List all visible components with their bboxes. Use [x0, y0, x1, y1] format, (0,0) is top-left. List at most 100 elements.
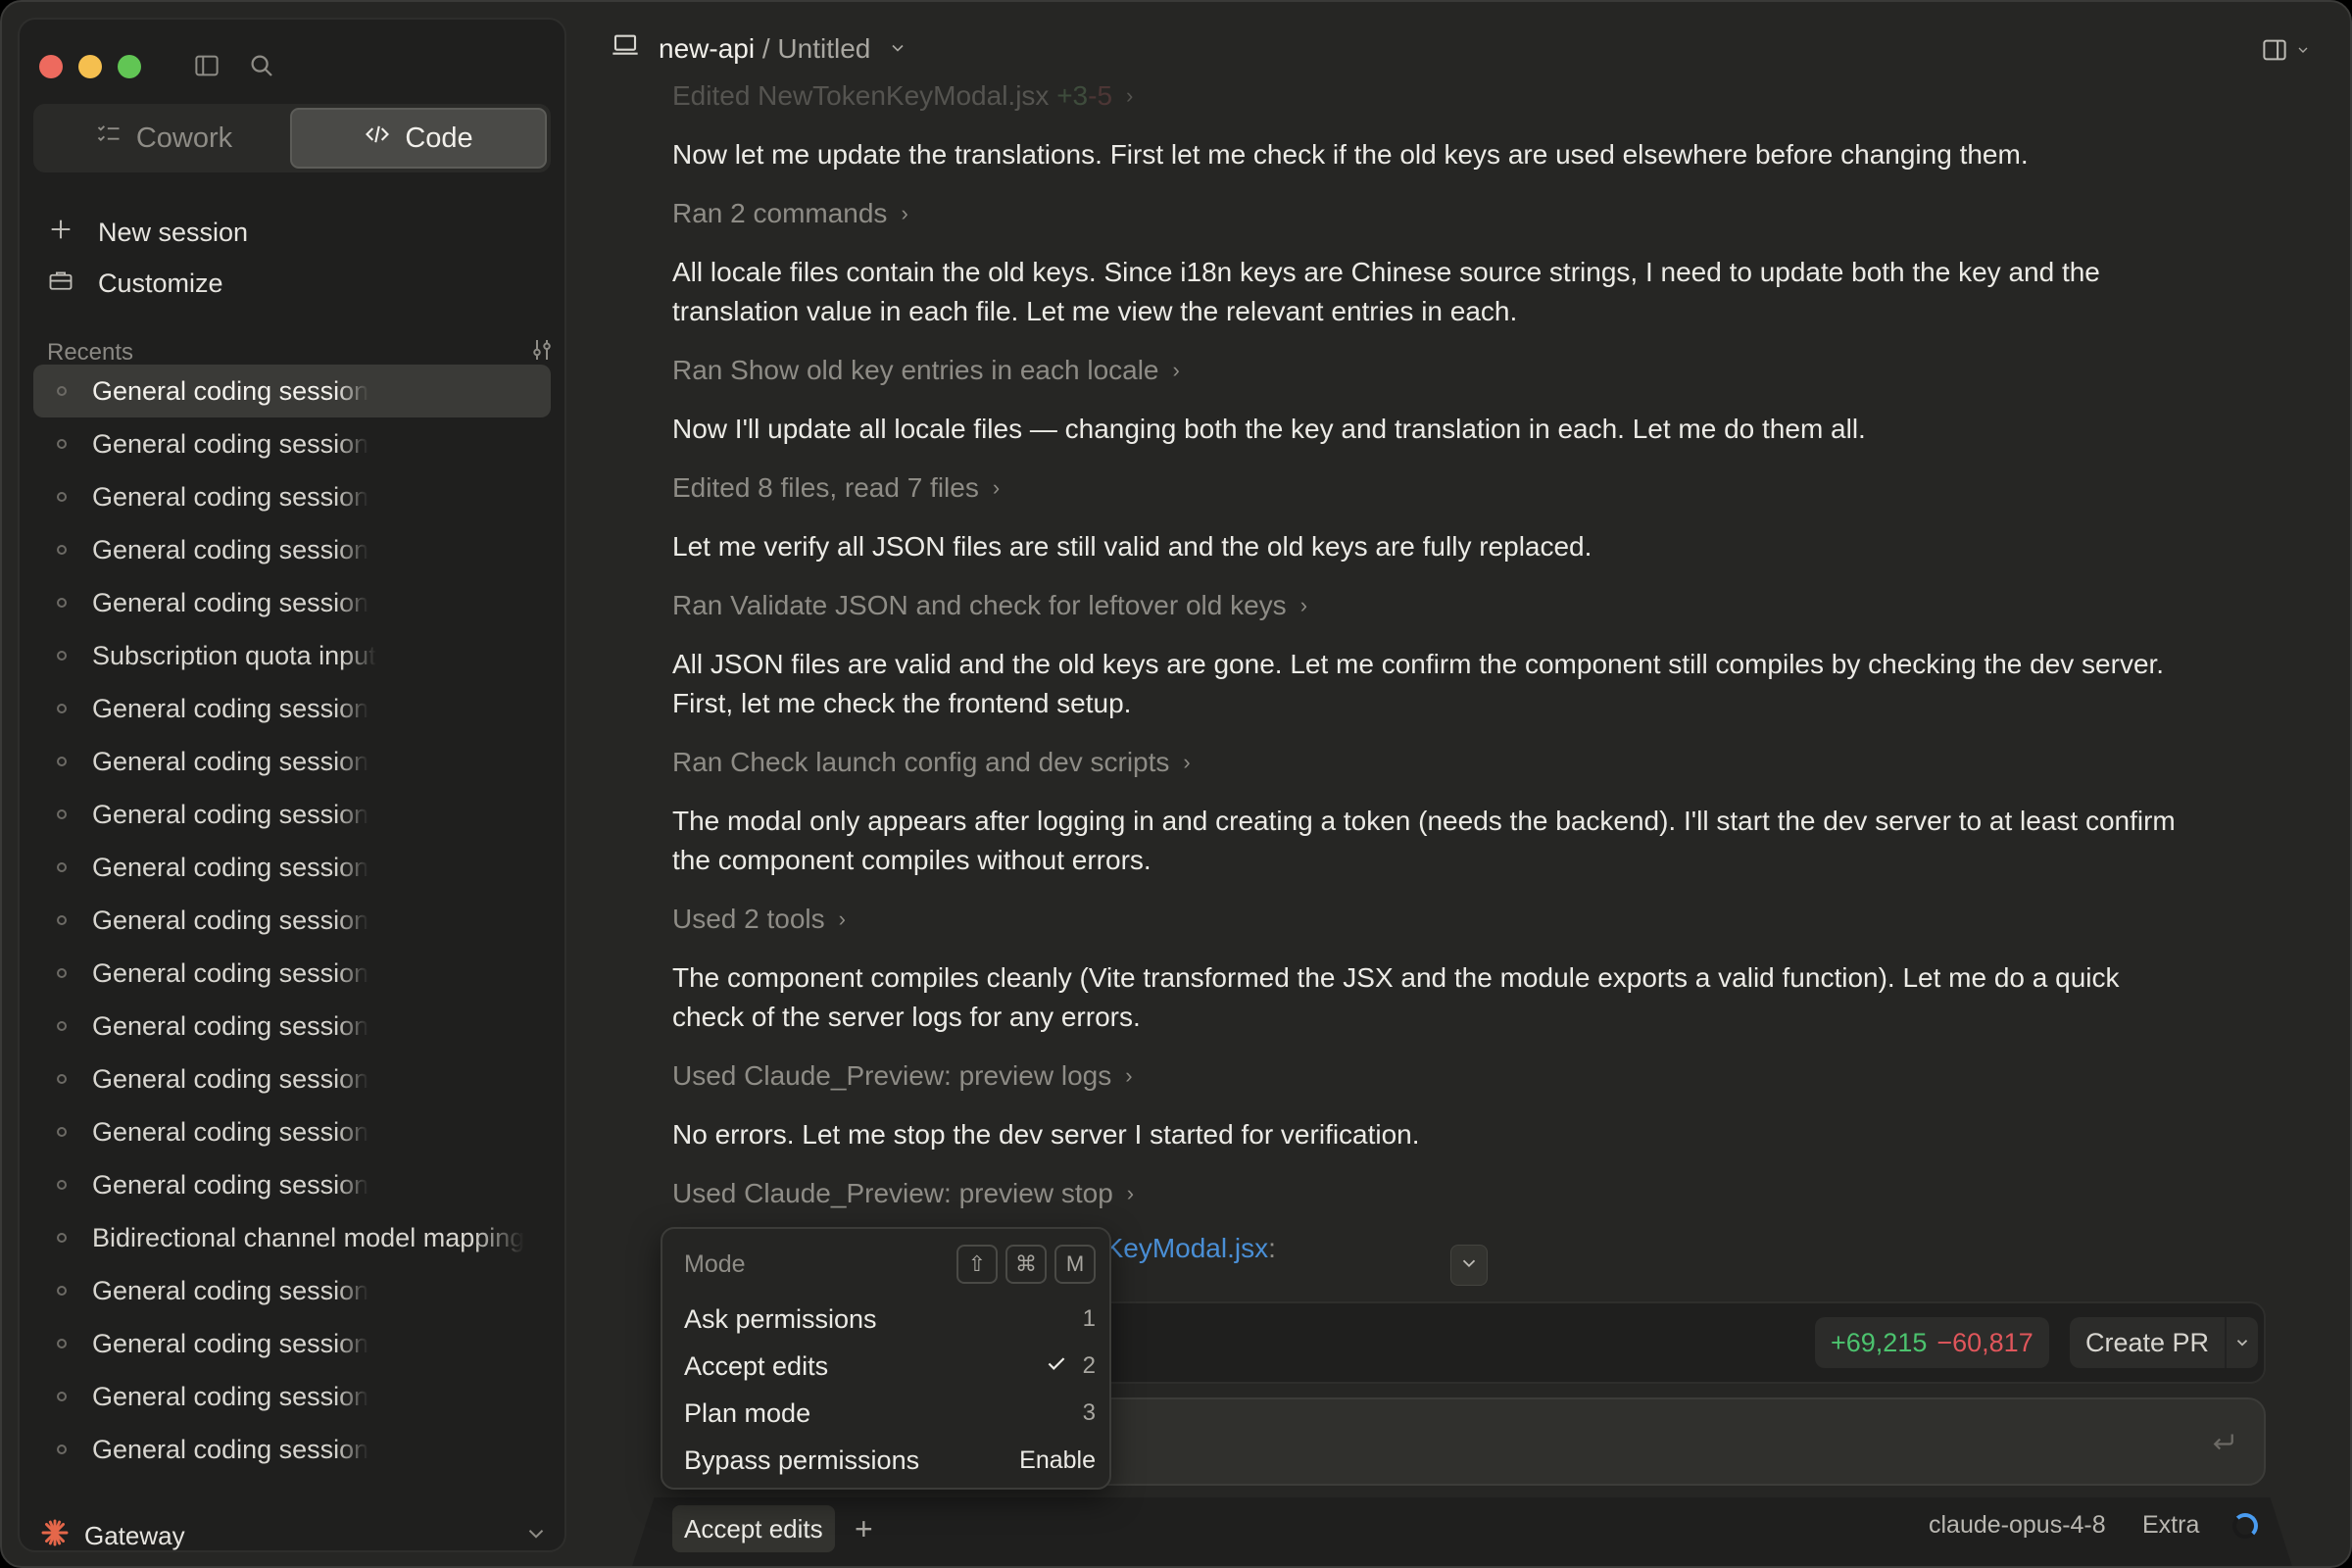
session-title: General coding session — [92, 1328, 369, 1358]
panel-icon — [2260, 35, 2289, 70]
assistant-message: Now let me update the translations. Firs… — [672, 139, 2029, 170]
tab-cowork-label: Cowork — [135, 122, 233, 154]
close-window-button[interactable] — [39, 55, 63, 78]
list-item[interactable]: General coding session — [33, 576, 551, 629]
menu-item-plan-mode[interactable]: Plan mode 3 — [684, 1392, 1096, 1435]
repo-name[interactable]: new-api — [659, 33, 755, 64]
list-item[interactable]: General coding session — [33, 1158, 551, 1211]
session-title: General coding session — [92, 1381, 369, 1411]
tool-call-summary[interactable]: Used Claude_Preview: preview logs › — [672, 1056, 2270, 1096]
scroll-to-bottom-button[interactable] — [1450, 1245, 1488, 1286]
session-title: General coding session — [92, 534, 369, 564]
panel-chevron-icon — [2295, 42, 2311, 63]
tool-call-summary[interactable]: Ran Show old key entries in each locale › — [672, 351, 2270, 390]
list-item[interactable]: General coding session — [33, 735, 551, 788]
session-status-icon — [57, 439, 67, 449]
tool-call-summary[interactable]: Ran 2 commands › — [672, 194, 2270, 233]
list-item[interactable]: General coding session — [33, 417, 551, 470]
list-item[interactable]: General coding session — [33, 1423, 551, 1476]
create-pr-button[interactable]: Create PR — [2070, 1317, 2259, 1368]
add-attachment-button[interactable]: + — [855, 1509, 873, 1548]
send-icon[interactable] — [2209, 1427, 2238, 1461]
lines-added: +69,215 — [1831, 1327, 1928, 1357]
search-icon[interactable] — [247, 51, 276, 85]
gateway-selector[interactable]: Gateway — [39, 1517, 549, 1555]
chevron-right-icon: › — [1183, 750, 1191, 774]
session-title: Subscription quota input — [92, 640, 376, 670]
session-title: General coding session — [92, 1434, 369, 1464]
new-session-label: New session — [98, 218, 249, 247]
list-item[interactable]: General coding session — [33, 1264, 551, 1317]
sidebar-toggle-icon[interactable] — [192, 51, 221, 85]
model-selector[interactable]: claude-opus-4-8 — [1929, 1511, 2106, 1540]
list-item[interactable]: General coding session — [33, 523, 551, 576]
assistant-message: Let me verify all JSON files are still v… — [672, 531, 1592, 562]
list-item[interactable]: General coding session — [33, 1000, 551, 1053]
list-item[interactable]: Subscription quota input — [33, 629, 551, 682]
chevron-right-icon: › — [901, 201, 908, 225]
side-panel-toggle[interactable] — [2260, 35, 2311, 70]
session-status-icon — [57, 386, 67, 396]
chevron-right-icon: › — [1126, 83, 1134, 108]
session-status-icon — [57, 1392, 67, 1401]
chevron-right-icon: › — [838, 906, 846, 931]
tab-cowork[interactable]: Cowork — [37, 108, 290, 169]
list-item[interactable]: General coding session — [33, 470, 551, 523]
list-item[interactable]: General coding session — [33, 947, 551, 1000]
list-item[interactable]: General coding session — [33, 1317, 551, 1370]
loading-spinner-icon — [2232, 1513, 2258, 1539]
list-item[interactable]: General coding session — [33, 1370, 551, 1423]
session-title: General coding session — [92, 693, 369, 723]
new-session-button[interactable]: New session — [47, 216, 248, 250]
session-title: General coding session — [92, 957, 369, 988]
customize-button[interactable]: Customize — [47, 267, 223, 301]
diff-stats[interactable]: +69,215 −60,817 — [1815, 1317, 2049, 1368]
tool-call-summary[interactable]: Ran Validate JSON and check for leftover… — [672, 586, 2270, 625]
tab-code[interactable]: Code — [290, 108, 547, 169]
tool-call-summary[interactable]: Edited 8 files, read 7 files › — [672, 468, 2270, 508]
laptop-icon — [610, 29, 641, 68]
menu-item-accept-edits[interactable]: Accept edits 2 — [684, 1345, 1096, 1388]
chevron-right-icon: › — [1126, 1181, 1135, 1205]
list-item[interactable]: General coding session — [33, 894, 551, 947]
create-pr-menu-button[interactable] — [2225, 1317, 2258, 1368]
customize-label: Customize — [98, 269, 223, 298]
session-status-icon — [57, 809, 67, 819]
claude-logo-icon — [39, 1517, 71, 1555]
tool-call-summary[interactable]: Ran Check launch config and dev scripts › — [672, 743, 2270, 782]
checkmark-icon — [1044, 1350, 1069, 1383]
permission-mode-button[interactable]: Accept edits — [672, 1505, 835, 1552]
title-chevron-icon[interactable] — [888, 33, 907, 65]
message-input[interactable] — [1080, 1397, 2266, 1486]
tool-call-summary[interactable]: Used 2 tools › — [672, 900, 2270, 939]
session-status-icon — [57, 492, 67, 502]
list-item[interactable]: General coding session — [33, 1053, 551, 1105]
session-status-icon — [57, 757, 67, 766]
briefcase-icon — [47, 267, 74, 301]
session-title: General coding session — [92, 375, 369, 406]
command-key-icon: ⌘ — [1005, 1245, 1047, 1284]
menu-item-ask-permissions[interactable]: Ask permissions 1 — [684, 1298, 1096, 1341]
file-link[interactable]: nKeyModal.jsx: — [1090, 1233, 1276, 1264]
maximize-window-button[interactable] — [118, 55, 141, 78]
code-icon — [364, 121, 391, 156]
session-status-icon — [57, 862, 67, 872]
list-item[interactable]: Bidirectional channel model mapping — [33, 1211, 551, 1264]
breadcrumb-separator: / — [761, 32, 770, 64]
tool-edited-file[interactable]: Edited NewTokenKeyModal.jsx +3-5 › — [672, 76, 2270, 116]
recents-list: General coding session General coding ses… — [33, 365, 551, 1476]
list-item[interactable]: General coding session — [33, 1105, 551, 1158]
minimize-window-button[interactable] — [78, 55, 102, 78]
enable-bypass-button[interactable]: Enable — [1019, 1446, 1096, 1475]
list-item[interactable]: General coding session — [33, 682, 551, 735]
list-item[interactable]: General coding session — [33, 788, 551, 841]
list-item[interactable]: General coding session — [33, 841, 551, 894]
tool-call-summary[interactable]: Used Claude_Preview: preview stop › — [672, 1174, 2270, 1213]
list-item[interactable]: General coding session — [33, 365, 551, 417]
tab-code-label: Code — [405, 122, 473, 154]
menu-item-bypass-permissions[interactable]: Bypass permissions Enable — [684, 1439, 1096, 1482]
session-status-icon — [57, 1074, 67, 1084]
session-title: General coding session — [92, 799, 369, 829]
session-title[interactable]: Untitled — [777, 33, 870, 64]
effort-selector[interactable]: Extra — [2142, 1511, 2199, 1540]
